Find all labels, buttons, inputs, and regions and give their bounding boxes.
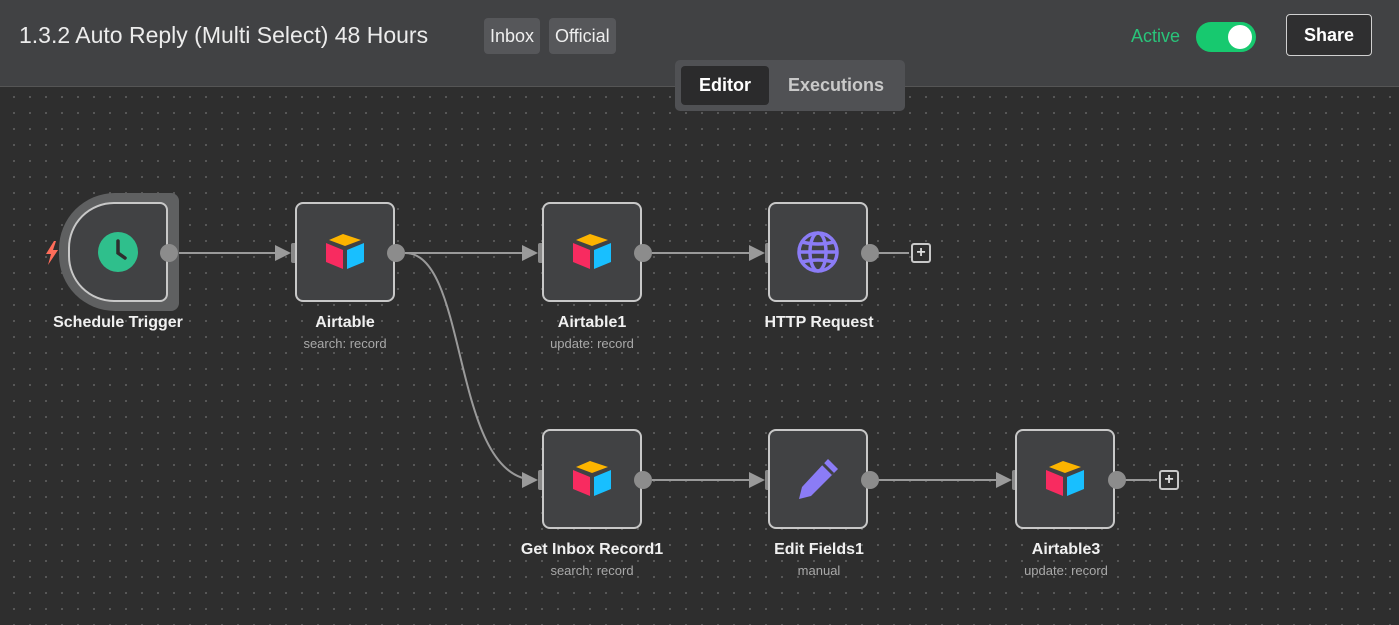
add-node-button[interactable]: + [1159, 470, 1179, 490]
globe-icon [797, 231, 839, 273]
output-handle[interactable] [387, 244, 405, 262]
edge-airtable-getinbox [404, 252, 538, 488]
node-subtitle: manual [797, 563, 841, 578]
node-subtitle: update: record [550, 336, 634, 351]
node-label: Airtable [315, 314, 375, 331]
node-http-request[interactable] [768, 202, 868, 302]
pencil-icon [799, 459, 838, 499]
node-schedule-trigger[interactable] [68, 202, 168, 302]
node-label: HTTP Request [764, 314, 874, 331]
node-label: Get Inbox Record1 [520, 541, 664, 558]
node-label: Airtable1 [557, 314, 627, 331]
airtable-icon [573, 461, 611, 496]
node-airtable3[interactable] [1015, 429, 1115, 529]
output-handle[interactable] [160, 244, 178, 262]
node-label: Airtable3 [1031, 541, 1101, 558]
output-handle[interactable] [861, 244, 879, 262]
node-edit-fields1[interactable] [768, 429, 868, 529]
connection-lines [178, 245, 1157, 488]
node-get-inbox-record1[interactable] [542, 429, 642, 529]
output-handle[interactable] [1108, 471, 1126, 489]
node-subtitle: search: record [303, 336, 387, 351]
output-handle[interactable] [861, 471, 879, 489]
node-label: Schedule Trigger [53, 314, 183, 331]
node-airtable1[interactable] [542, 202, 642, 302]
output-handle[interactable] [634, 471, 652, 489]
node-label: Edit Fields1 [774, 541, 864, 558]
airtable-icon [573, 234, 611, 269]
add-node-button[interactable]: + [911, 243, 931, 263]
airtable-icon [1046, 461, 1084, 496]
bolt-icon [46, 241, 58, 265]
airtable-icon [326, 234, 364, 269]
clock-icon [98, 232, 138, 272]
output-handle[interactable] [634, 244, 652, 262]
node-airtable[interactable] [295, 202, 395, 302]
node-subtitle: update: record [1024, 563, 1108, 578]
node-subtitle: search: record [550, 563, 634, 578]
